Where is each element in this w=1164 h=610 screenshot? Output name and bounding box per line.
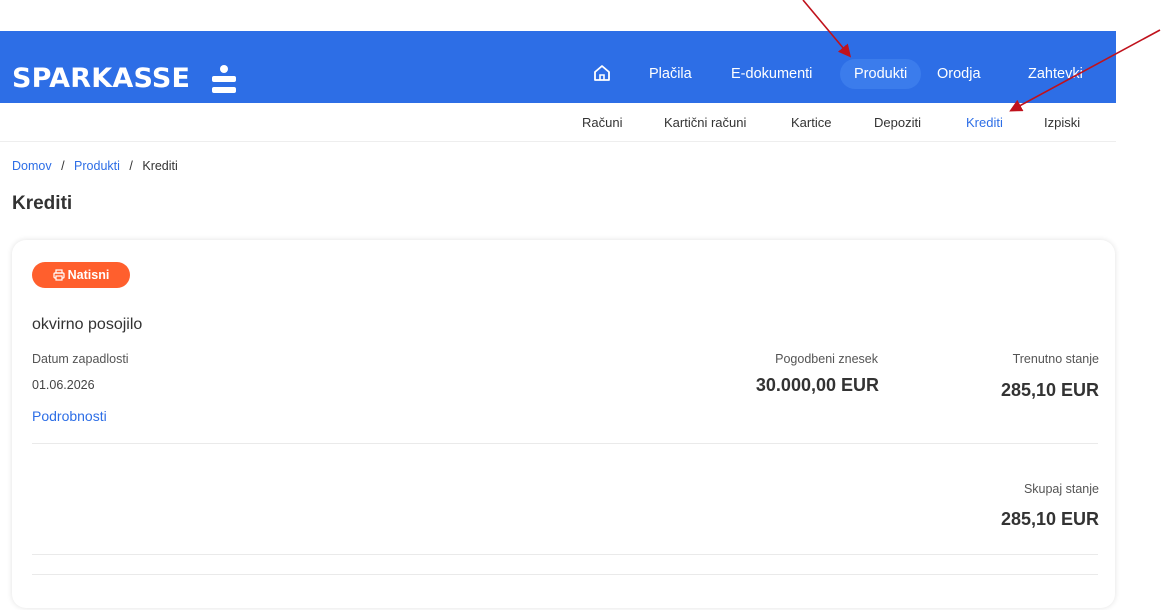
top-icon-button-2[interactable]	[1090, 0, 1116, 10]
current-balance-value: 285,10 EUR	[1000, 380, 1099, 400]
current-balance-label: Trenutno stanje	[1012, 352, 1099, 366]
contract-amount-label: Pogodbeni znesek	[775, 352, 878, 366]
total-balance-label: Skupaj stanje	[1023, 482, 1099, 496]
breadcrumb-separator: /	[129, 159, 133, 173]
due-date-label: Datum zapadlosti	[32, 352, 129, 366]
loan-name: okvirno posojilo	[32, 316, 143, 333]
subnav-kartice[interactable]: Kartice	[791, 115, 831, 130]
divider	[32, 443, 1098, 444]
breadcrumb-current: Krediti	[142, 159, 178, 173]
breadcrumb-produkti[interactable]: Produkti	[74, 159, 120, 173]
contract-amount-value: 30.000,00 EUR	[755, 375, 879, 395]
print-label: Natisni	[67, 268, 110, 282]
divider	[32, 574, 1098, 575]
sub-navigation: Računi Kartični računi Kartice Depoziti …	[0, 103, 1116, 142]
nav-e-dokumenti[interactable]: E-dokumenti	[717, 59, 826, 89]
nav-zahtevki[interactable]: Zahtevki	[1014, 59, 1097, 89]
print-button[interactable]: Natisni	[32, 262, 130, 288]
nav-placila[interactable]: Plačila	[635, 59, 706, 89]
search-bar-edge[interactable]	[737, 0, 1001, 9]
nav-orodja[interactable]: Orodja	[923, 59, 995, 89]
top-icon-button[interactable]	[1041, 0, 1067, 10]
main-navigation: Plačila E-dokumenti Produkti Orodja Zaht…	[0, 31, 1116, 103]
breadcrumb: Domov / Produkti / Krediti	[12, 159, 178, 173]
subnav-karticni-racuni[interactable]: Kartični računi	[664, 115, 746, 130]
divider	[32, 554, 1098, 555]
subnav-depoziti[interactable]: Depoziti	[874, 115, 921, 130]
subnav-krediti[interactable]: Krediti	[966, 115, 1003, 130]
breadcrumb-separator: /	[61, 159, 65, 173]
subnav-izpiski[interactable]: Izpiski	[1044, 115, 1080, 130]
details-link[interactable]: Podrobnosti	[32, 408, 107, 424]
total-balance-value: 285,10 EUR	[1000, 509, 1099, 529]
nav-produkti[interactable]: Produkti	[840, 59, 922, 89]
home-icon[interactable]	[592, 63, 612, 83]
page-title: Krediti	[12, 193, 73, 214]
due-date-value: 01.06.2026	[32, 378, 95, 392]
subnav-racuni[interactable]: Računi	[582, 115, 622, 130]
printer-icon	[53, 269, 65, 281]
breadcrumb-home[interactable]: Domov	[12, 159, 52, 173]
loan-card: Natisni okvirno posojilo Datum zapadlost…	[12, 240, 1115, 608]
